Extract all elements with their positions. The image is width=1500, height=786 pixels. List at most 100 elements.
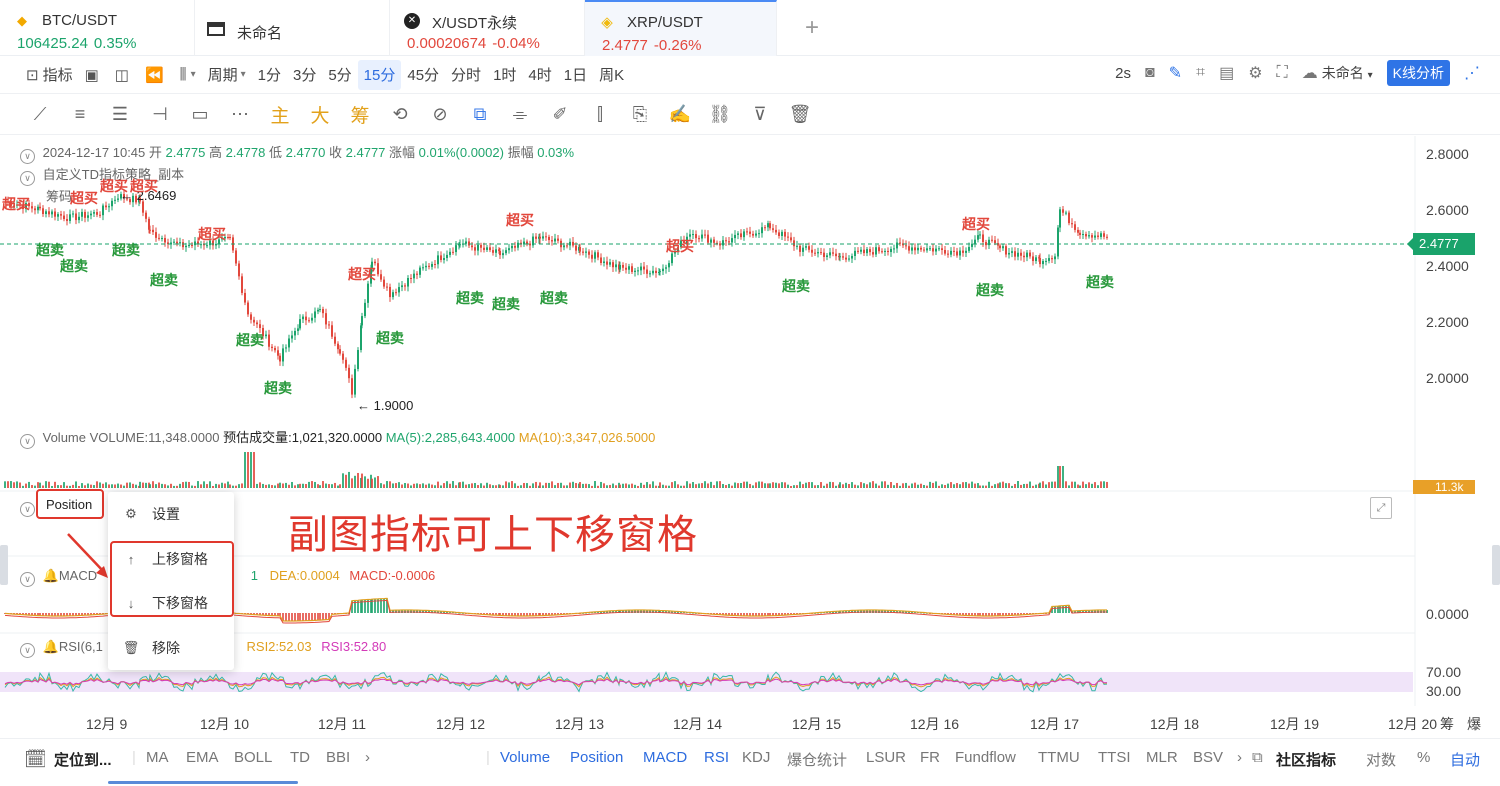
sub-indicator-4[interactable]: Fundflow [955, 749, 1016, 766]
sub-indicator-0[interactable]: KDJ [742, 749, 770, 766]
sub-indicator-6[interactable]: TTSI [1098, 749, 1131, 766]
interval-8[interactable]: 1日 [558, 60, 593, 90]
calendar-icon[interactable]: 🗓 [24, 749, 47, 770]
tab-x-usdt[interactable]: ✕ X/USDT永续 0.00020674 -0.04% [390, 0, 585, 56]
scroll-indicator[interactable] [108, 781, 298, 784]
gear-icon[interactable]: ⚙ [1248, 63, 1262, 83]
main-indicator-3[interactable]: TD [290, 749, 310, 766]
interval-9[interactable]: 周K [593, 60, 630, 90]
layout-button[interactable]: ◫ [109, 60, 139, 90]
sub-indicator-active-3[interactable]: RSI [704, 749, 729, 766]
chips-toggle[interactable]: 筹 [1440, 714, 1454, 734]
collapse-icon[interactable]: ∨ [20, 572, 35, 587]
crop-icon[interactable]: ⌗ [1196, 64, 1205, 82]
kline-analysis-button[interactable]: K线分析 [1386, 60, 1450, 86]
sub-indicator-3[interactable]: FR [920, 749, 940, 766]
rectangle-icon[interactable]: ▭ [180, 95, 220, 135]
magnet-icon[interactable]: ⧉ [460, 95, 500, 135]
sub-indicator-1[interactable]: 爆仓统计 [787, 749, 847, 770]
clipboard-icon[interactable]: ⎘ [620, 95, 660, 135]
interval-4[interactable]: 45分 [401, 60, 445, 90]
more-icon[interactable]: ⋯ [220, 95, 260, 135]
auto-scale-toggle[interactable]: 自动 [1450, 749, 1480, 770]
trendline-icon[interactable]: ⟋ [20, 95, 60, 135]
main-indicator-1[interactable]: EMA [186, 749, 219, 766]
pencil-icon[interactable]: ✎ [1169, 63, 1182, 83]
table-icon[interactable]: ▤ [1219, 63, 1234, 83]
menu-item-remove[interactable]: 🗑 移除 [122, 636, 180, 660]
candles-icon[interactable]: ⫿ [580, 95, 620, 135]
collapse-icon[interactable]: ∨ [20, 171, 35, 186]
link-icon[interactable]: ⛓ [700, 95, 740, 135]
cloud-icon[interactable]: ☁ [1302, 63, 1318, 83]
sub-indicator-5[interactable]: TTMU [1038, 749, 1080, 766]
main-indicator-0[interactable]: MA [146, 749, 169, 766]
indicators-button[interactable]: ⊡ 指标 [20, 60, 79, 90]
sub-indicator-7[interactable]: MLR [1146, 749, 1178, 766]
expand-icon[interactable]: ⤢ [1370, 497, 1392, 519]
parallel-channel-icon[interactable]: ≡ [60, 95, 100, 135]
liquidation-toggle[interactable]: 爆 [1467, 714, 1481, 734]
sub-indicator-8[interactable]: BSV [1193, 749, 1223, 766]
share-icon[interactable]: ⋰ [1464, 63, 1480, 83]
hide-drawing-icon[interactable]: ⊘ [420, 95, 460, 135]
log-scale-toggle[interactable]: 对数 [1366, 749, 1396, 770]
bell-icon[interactable]: 🔔 [43, 639, 59, 654]
big-order-button[interactable]: 大 [300, 95, 340, 135]
interval-7[interactable]: 4时 [522, 60, 557, 90]
sync-icon[interactable]: ⟲ [380, 95, 420, 135]
tab-btc-usdt[interactable]: ◆ BTC/USDT 106425.24 0.35% [0, 0, 195, 56]
fullscreen-icon[interactable]: ⛶ [1277, 64, 1288, 82]
camera-icon[interactable]: ◙ [1145, 64, 1155, 82]
left-pane-handle[interactable] [0, 545, 8, 585]
replay-button[interactable]: ⏪ [139, 60, 174, 90]
horizontal-line-icon[interactable]: ⊣ [140, 95, 180, 135]
filter-icon[interactable]: ⊽ [740, 95, 780, 135]
interval-2[interactable]: 5分 [322, 60, 357, 90]
interval-0[interactable]: 1分 [252, 60, 287, 90]
template-button[interactable]: ▣ [79, 60, 109, 90]
chips-button[interactable]: 筹 [340, 95, 380, 135]
sub-indicator-active-0[interactable]: Volume [500, 749, 550, 766]
note-icon[interactable]: ✍ [660, 95, 700, 135]
locate-button[interactable]: 定位到... [54, 749, 112, 770]
interval-5[interactable]: 分时 [445, 60, 487, 90]
interval-1[interactable]: 3分 [287, 60, 322, 90]
refresh-rate[interactable]: 2s [1115, 65, 1131, 82]
add-tab-button[interactable]: + [777, 0, 847, 56]
sub-indicator-active-2[interactable]: MACD [643, 749, 687, 766]
ruler-icon[interactable]: ⌯ [500, 95, 540, 135]
position-pane-label[interactable]: Position [36, 489, 104, 519]
collapse-icon[interactable]: ∨ [20, 434, 35, 449]
community-indicators-button[interactable]: 社区指标 [1276, 749, 1336, 770]
main-indicator-2[interactable]: BOLL [234, 749, 272, 766]
main-indicator-button[interactable]: 主 [260, 95, 300, 135]
sub-indicator-2[interactable]: LSUR [866, 749, 906, 766]
candle-body [935, 248, 937, 252]
main-indicator-4[interactable]: BBI [326, 749, 350, 766]
candle-body [514, 245, 516, 248]
layout-name-dropdown[interactable]: 未命名 ▾ [1322, 63, 1373, 83]
chart-type-button[interactable]: ⫼ ▾ [174, 60, 202, 90]
trash-icon[interactable]: 🗑 [780, 95, 820, 135]
scroll-right-button[interactable]: › [365, 749, 370, 766]
volume-bar [710, 481, 712, 488]
percent-scale-toggle[interactable]: % [1417, 749, 1430, 766]
sub-indicator-active-1[interactable]: Position [570, 749, 623, 766]
interval-6[interactable]: 1时 [487, 60, 522, 90]
volume-bar [725, 485, 727, 488]
collapse-icon[interactable]: ∨ [20, 149, 35, 164]
collapse-icon[interactable]: ∨ [20, 643, 35, 658]
menu-item-settings[interactable]: ⚙ 设置 [122, 502, 180, 526]
x-tick: 12月 15 [792, 716, 842, 732]
tab-xrp-usdt[interactable]: ◈ XRP/USDT 2.4777 -0.26% [585, 0, 777, 56]
collapse-icon[interactable]: ∨ [20, 502, 35, 517]
period-dropdown[interactable]: 周期 ▾ [202, 60, 252, 90]
brush-icon[interactable]: ✐ [540, 95, 580, 135]
tab-unnamed[interactable]: 未命名 [195, 0, 390, 56]
right-pane-handle[interactable] [1492, 545, 1500, 585]
interval-3[interactable]: 15分 [357, 59, 402, 90]
bell-icon[interactable]: 🔔 [43, 568, 59, 583]
fib-lines-icon[interactable]: ☰ [100, 95, 140, 135]
scroll-right-button[interactable]: › [1237, 749, 1242, 766]
